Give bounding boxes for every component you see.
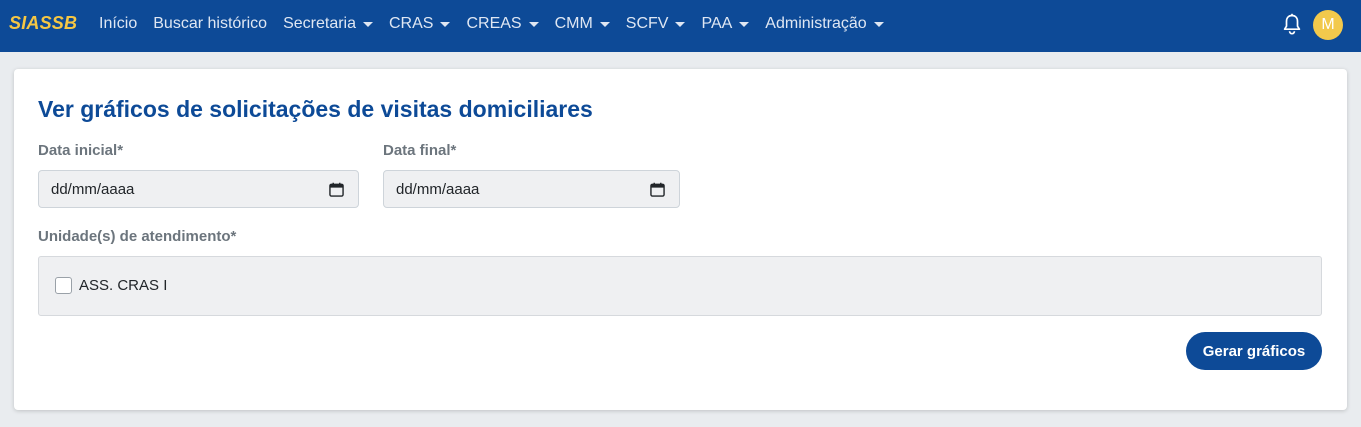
caret-down-icon (440, 21, 451, 27)
nav-item-label: Secretaria (283, 15, 356, 32)
unit-checkbox-ass-cras-i[interactable] (55, 277, 72, 294)
caret-down-icon (363, 21, 373, 27)
caret-down-icon (739, 21, 750, 27)
nav-item-label: Buscar histórico (153, 15, 268, 32)
bell-icon-graphic (1283, 13, 1301, 35)
caret-down-icon (528, 21, 539, 27)
nav-item-scfv[interactable]: SCFV (626, 15, 686, 33)
start-date-label: Data inicial* (38, 142, 124, 159)
nav-item-cras[interactable]: CRAS (389, 15, 451, 33)
unit-checkbox-label[interactable]: ASS. CRAS I (79, 277, 167, 294)
page-title: Ver gráficos de solicitações de visitas … (38, 96, 593, 122)
user-avatar[interactable]: M (1313, 10, 1343, 40)
end-date-placeholder: dd/mm/aaaa (396, 180, 480, 198)
calendar-icon[interactable] (329, 182, 344, 197)
nav-item-label: CMM (554, 15, 593, 32)
start-date-placeholder: dd/mm/aaaa (51, 180, 135, 198)
nav-item-buscar-historico[interactable]: Buscar histórico (153, 15, 267, 33)
end-date-label: Data final* (383, 142, 457, 159)
report-form-card: Ver gráficos de solicitações de visitas … (14, 69, 1347, 410)
nav-item-secretaria[interactable]: Secretaria (283, 15, 373, 33)
units-label: Unidade(s) de atendimento* (38, 228, 237, 245)
nav-item-inicio[interactable]: Início (99, 15, 137, 33)
bell-icon[interactable] (1282, 13, 1302, 35)
nav-item-administracao[interactable]: Administração (765, 15, 884, 33)
caret-down-icon (599, 21, 610, 27)
nav-menu: Início Buscar histórico Secretaria CRAS … (99, 15, 900, 33)
nav-item-label: CRAS (389, 15, 434, 32)
nav-item-label: PAA (701, 15, 733, 32)
generate-charts-button[interactable]: Gerar gráficos (1186, 332, 1322, 370)
nav-item-paa[interactable]: PAA (701, 15, 750, 33)
nav-item-label: Administração (765, 15, 867, 32)
start-date-input[interactable]: dd/mm/aaaa (38, 170, 359, 208)
caret-down-icon (675, 21, 686, 27)
end-date-input[interactable]: dd/mm/aaaa (383, 170, 680, 208)
nav-item-cmm[interactable]: CMM (555, 15, 610, 33)
top-navbar: SIASSB Início Buscar histórico Secretari… (0, 0, 1361, 52)
calendar-icon[interactable] (650, 182, 665, 197)
nav-item-creas[interactable]: CREAS (466, 15, 539, 33)
nav-item-label: Início (99, 15, 138, 32)
caret-down-icon (873, 21, 884, 27)
nav-item-label: SCFV (625, 15, 669, 32)
brand-logo[interactable]: SIASSB (9, 13, 77, 34)
nav-item-label: CREAS (466, 15, 522, 32)
units-checkbox-group: ASS. CRAS I (38, 256, 1322, 316)
